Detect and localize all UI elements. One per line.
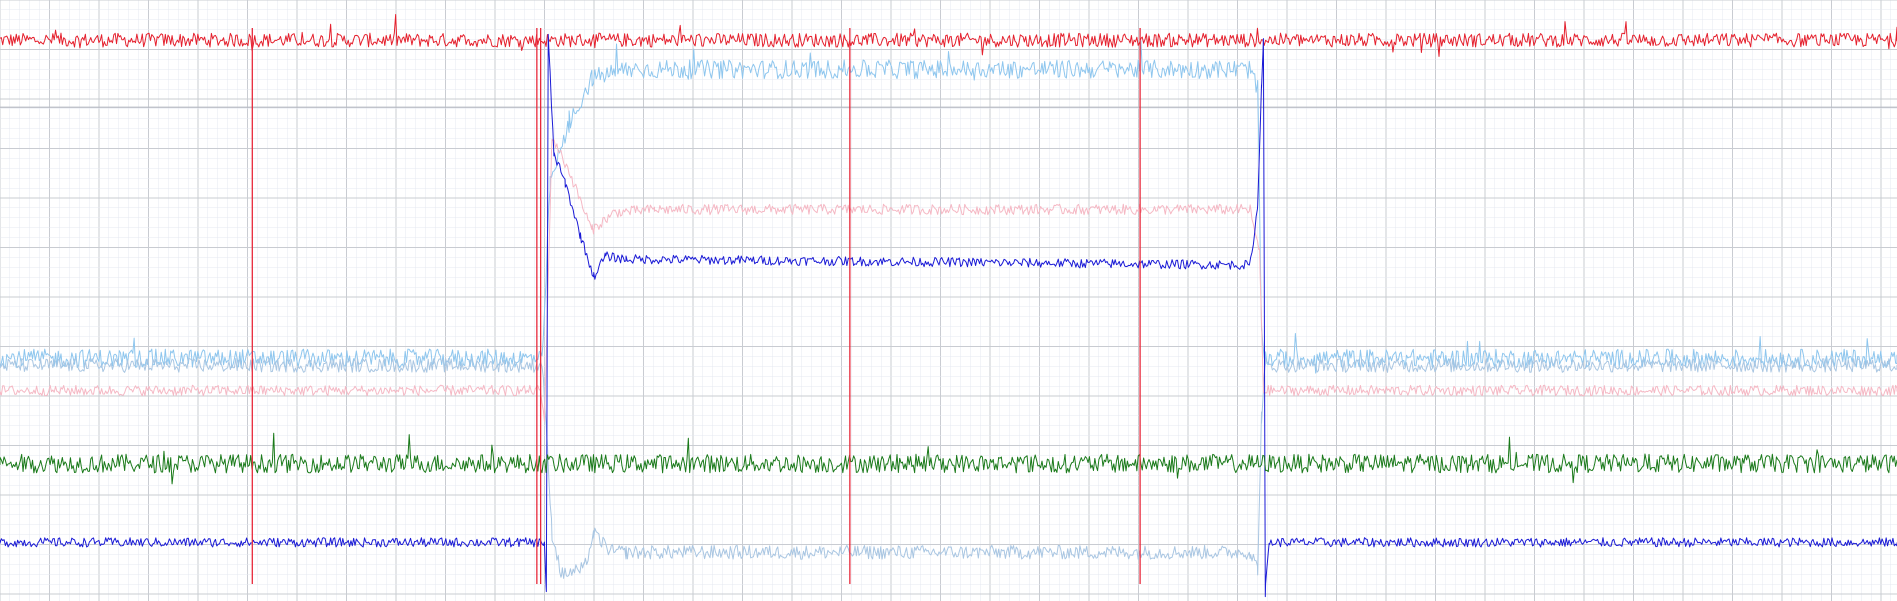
chart-event-marker-layer: [251, 28, 1141, 584]
chart-series-line-1: [0, 14, 1897, 57]
chart-series-layer: [0, 14, 1897, 598]
chart-plot-area: [0, 0, 1897, 601]
chart: [0, 0, 1897, 601]
chart-series-line-2: [0, 40, 1897, 374]
chart-series-line-4: [0, 138, 1897, 422]
chart-grid: [0, 0, 1897, 601]
chart-series-line-6: [0, 432, 1897, 485]
